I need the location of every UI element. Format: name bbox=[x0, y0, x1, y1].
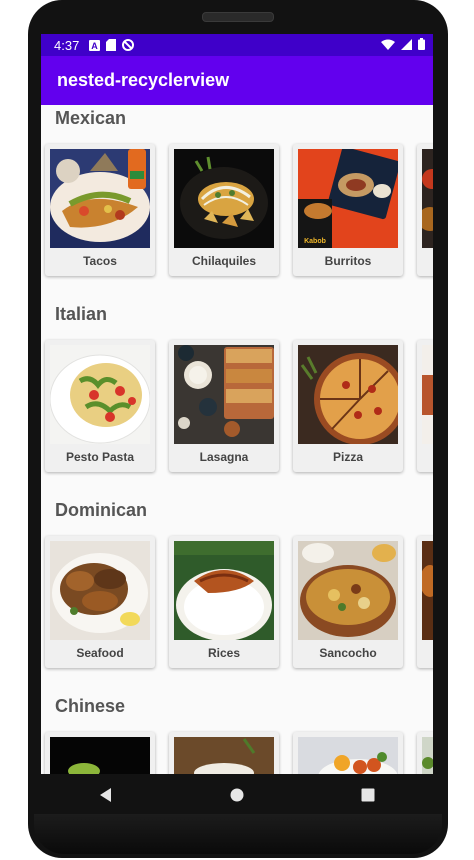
back-icon[interactable] bbox=[99, 787, 113, 807]
food-card[interactable] bbox=[417, 340, 433, 472]
food-card[interactable]: Pesto Pasta bbox=[45, 340, 155, 472]
food-card[interactable] bbox=[45, 732, 155, 774]
category-title: Chinese bbox=[55, 696, 126, 716]
food-card[interactable]: Kabob Burritos bbox=[293, 144, 403, 276]
signal-icon bbox=[401, 38, 412, 53]
food-image bbox=[174, 345, 274, 444]
food-name: Tacos bbox=[83, 254, 117, 268]
home-icon[interactable] bbox=[230, 788, 244, 807]
food-name: Pesto Pasta bbox=[65, 450, 135, 464]
food-image bbox=[50, 737, 150, 774]
food-image bbox=[422, 541, 433, 640]
food-card[interactable]: Seafood bbox=[45, 536, 155, 668]
do-not-disturb-icon bbox=[122, 39, 135, 51]
food-image bbox=[50, 149, 150, 248]
inner-recyclerview[interactable] bbox=[45, 732, 433, 774]
svg-text:A: A bbox=[92, 41, 99, 51]
app-bar: nested-recyclerview bbox=[41, 56, 433, 105]
food-name: Seafood bbox=[76, 646, 124, 660]
food-card[interactable]: Tacos bbox=[45, 144, 155, 276]
wifi-icon bbox=[381, 38, 395, 53]
screen: 4:37 A nested-recyclerview Mexican Tacos… bbox=[41, 34, 433, 774]
food-image bbox=[50, 345, 150, 444]
inner-recyclerview[interactable]: Pesto Pasta Lasagna Pizza bbox=[45, 340, 433, 472]
inner-recyclerview[interactable]: Tacos Chilaquiles Kabob Burritos bbox=[45, 144, 433, 276]
status-time: 4:37 bbox=[54, 37, 80, 53]
food-card[interactable]: Sancocho bbox=[293, 536, 403, 668]
food-card[interactable] bbox=[417, 144, 433, 276]
food-name: Pizza bbox=[332, 450, 363, 464]
food-card[interactable]: Chilaquiles bbox=[169, 144, 279, 276]
inner-recyclerview[interactable]: Seafood Rices Sancocho bbox=[45, 536, 433, 668]
food-name: Burritos bbox=[324, 254, 372, 268]
food-name: Sancocho bbox=[319, 646, 377, 660]
svg-text:Kabob: Kabob bbox=[304, 238, 326, 245]
recents-icon[interactable] bbox=[361, 788, 375, 807]
food-card[interactable] bbox=[417, 732, 433, 774]
status-bar: 4:37 A bbox=[41, 34, 433, 56]
category-title: Italian bbox=[55, 304, 108, 324]
food-image bbox=[174, 737, 274, 774]
food-image bbox=[422, 345, 433, 444]
food-name: Rices bbox=[207, 646, 241, 660]
food-name: Chilaquiles bbox=[191, 254, 256, 268]
a-icon: A bbox=[89, 39, 101, 51]
food-card[interactable]: Pizza bbox=[293, 340, 403, 472]
food-card[interactable] bbox=[293, 732, 403, 774]
food-card[interactable] bbox=[169, 732, 279, 774]
food-card[interactable]: Rices bbox=[169, 536, 279, 668]
category-title: Mexican bbox=[55, 108, 127, 128]
food-image bbox=[174, 541, 274, 640]
food-image bbox=[298, 541, 398, 640]
food-image bbox=[422, 737, 433, 774]
app-title: nested-recyclerview bbox=[57, 70, 230, 90]
phone-speaker bbox=[202, 12, 274, 22]
food-image bbox=[298, 737, 398, 774]
food-image bbox=[174, 149, 274, 248]
battery-icon bbox=[418, 37, 425, 53]
outer-recyclerview[interactable]: Mexican Tacos Chilaquiles Kabob Burritos… bbox=[41, 105, 433, 774]
phone-frame: 4:37 A nested-recyclerview Mexican Tacos… bbox=[28, 0, 448, 858]
navigation-bar bbox=[41, 774, 433, 820]
food-name: Lasagna bbox=[199, 450, 249, 464]
category-title: Dominican bbox=[55, 500, 148, 520]
food-image bbox=[50, 541, 150, 640]
food-card[interactable]: Lasagna bbox=[169, 340, 279, 472]
food-image bbox=[422, 149, 433, 248]
food-image: Kabob bbox=[298, 149, 398, 248]
food-image bbox=[298, 345, 398, 444]
food-card[interactable] bbox=[417, 536, 433, 668]
sd-card-icon bbox=[106, 39, 117, 51]
